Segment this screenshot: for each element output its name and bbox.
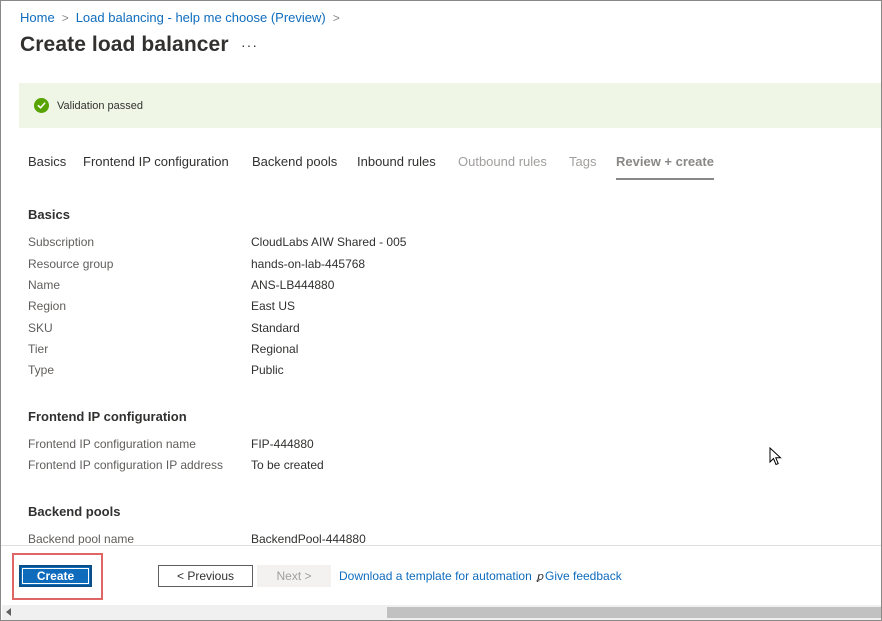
review-summary: Basics Subscription CloudLabs AIW Shared … — [1, 197, 881, 545]
row-key: Subscription — [28, 235, 95, 249]
tab-inbound-rules[interactable]: Inbound rules — [357, 154, 458, 180]
give-feedback-label: Give feedback — [544, 569, 622, 583]
breadcrumb-separator: > — [61, 10, 69, 25]
row-key: Resource group — [28, 257, 114, 271]
wizard-footer: Create < Previous Next > Download a temp… — [1, 545, 881, 605]
scrollbar-thumb[interactable] — [387, 607, 881, 618]
row-value: FIP-444880 — [251, 437, 314, 451]
tab-backend-pools[interactable]: Backend pools — [252, 154, 357, 180]
section-title-frontend-ip-configuration: Frontend IP configuration — [28, 409, 187, 424]
row-value: To be created — [251, 458, 324, 472]
row-value: BackendPool-444880 — [251, 532, 366, 545]
breadcrumb-home-link[interactable]: Home — [20, 10, 55, 25]
previous-button[interactable]: < Previous — [158, 565, 253, 587]
row-key: Type — [28, 363, 55, 377]
row-value: Regional — [251, 342, 299, 356]
row-key: Frontend IP configuration IP address — [28, 458, 224, 472]
breadcrumb: Home > Load balancing - help me choose (… — [20, 10, 347, 25]
window-frame: Home > Load balancing - help me choose (… — [0, 0, 882, 621]
mouse-pointer-icon — [769, 446, 783, 472]
download-template-link[interactable]: Download a template for automation — [339, 569, 532, 583]
row-value: ANS-LB444880 — [251, 278, 335, 292]
row-key: Region — [28, 299, 67, 313]
next-button: Next > — [257, 565, 331, 587]
tab-outbound-rules: Outbound rules — [458, 154, 547, 169]
validation-message: Validation passed — [57, 99, 144, 112]
row-key: Tier — [28, 342, 49, 356]
tab-tags: Tags — [569, 154, 597, 169]
row-value: Public — [251, 363, 284, 377]
breadcrumb-separator: > — [332, 10, 340, 25]
row-key: Name — [28, 278, 61, 292]
more-options-button[interactable]: ··· — [241, 37, 258, 53]
row-value: Standard — [251, 321, 300, 335]
row-key: Backend pool name — [28, 532, 135, 545]
row-value: hands-on-lab-445768 — [251, 257, 366, 271]
section-title-backend-pools: Backend pools — [28, 504, 121, 519]
validation-banner: Validation passed — [19, 83, 881, 128]
checkmark-circle-icon — [34, 98, 49, 113]
create-button[interactable]: Create — [19, 565, 92, 587]
page-title: Create load balancer — [20, 33, 229, 56]
row-key: Frontend IP configuration name — [28, 437, 196, 451]
row-key: SKU — [28, 321, 53, 335]
tab-frontend-ip-configuration[interactable]: Frontend IP configuration — [83, 154, 252, 180]
tab-basics[interactable]: Basics — [28, 154, 83, 180]
breadcrumb-load-balancing-link[interactable]: Load balancing - help me choose (Preview… — [76, 10, 326, 25]
wizard-tabs: Basics Frontend IP configuration Backend… — [28, 154, 714, 180]
row-value: East US — [251, 299, 296, 313]
scroll-left-arrow-icon[interactable] — [6, 608, 11, 616]
give-feedback-link[interactable]: ꝑ Give feedback — [537, 569, 622, 583]
section-title-basics: Basics — [28, 207, 70, 222]
tab-review-create[interactable]: Review + create — [616, 154, 714, 180]
row-value: CloudLabs AIW Shared - 005 — [251, 235, 407, 249]
feedback-icon: ꝑ — [537, 570, 544, 583]
horizontal-scrollbar[interactable] — [2, 605, 881, 620]
